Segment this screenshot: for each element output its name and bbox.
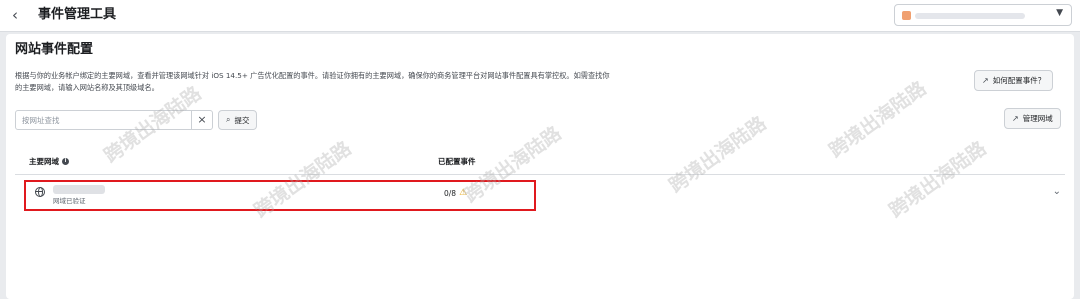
caret-down-icon: ▼ (1056, 8, 1063, 18)
info-icon[interactable]: i (62, 158, 69, 165)
column-header-domain: 主要网域 i (29, 156, 69, 167)
column-header-events: 已配置事件 (438, 157, 476, 166)
search-box: × (15, 110, 213, 130)
table-header: 主要网域 i 已配置事件 (15, 151, 1065, 175)
section-title: 网站事件配置 (15, 42, 94, 57)
section-description: 根据与你的业务帐户绑定的主要网域，查看并管理该网域针对 iOS 14.5+ 广告… (15, 71, 610, 92)
external-link-icon: ↗ (1012, 114, 1019, 123)
highlight-annotation-box (24, 180, 536, 211)
external-link-icon: ↗ (982, 76, 989, 85)
how-to-configure-button[interactable]: ↗ 如何配置事件？ (974, 70, 1054, 91)
clear-button[interactable]: × (191, 111, 212, 129)
search-input[interactable] (16, 111, 203, 129)
submit-button[interactable]: ⌕ 提交 (218, 110, 258, 130)
manage-domains-button[interactable]: ↗ 管理网域 (1004, 108, 1061, 129)
back-button[interactable]: ‹ (12, 6, 28, 24)
submit-label: 提交 (234, 115, 250, 125)
chevron-down-icon[interactable]: ⌄ (1053, 186, 1061, 197)
app-title: 事件管理工具 (38, 7, 117, 22)
account-selector[interactable]: ▼ (894, 4, 1072, 26)
how-to-configure-label: 如何配置事件？ (992, 76, 1046, 85)
account-name-redacted (915, 13, 1025, 19)
search-icon: ⌕ (226, 115, 231, 124)
column-domain-label: 主要网域 (29, 157, 59, 166)
manage-domains-label: 管理网域 (1022, 114, 1053, 123)
content-panel: 网站事件配置 根据与你的业务帐户绑定的主要网域，查看并管理该网域针对 iOS 1… (6, 34, 1074, 299)
account-avatar (902, 11, 911, 20)
top-bar: ‹ 事件管理工具 ▼ (0, 0, 1080, 32)
